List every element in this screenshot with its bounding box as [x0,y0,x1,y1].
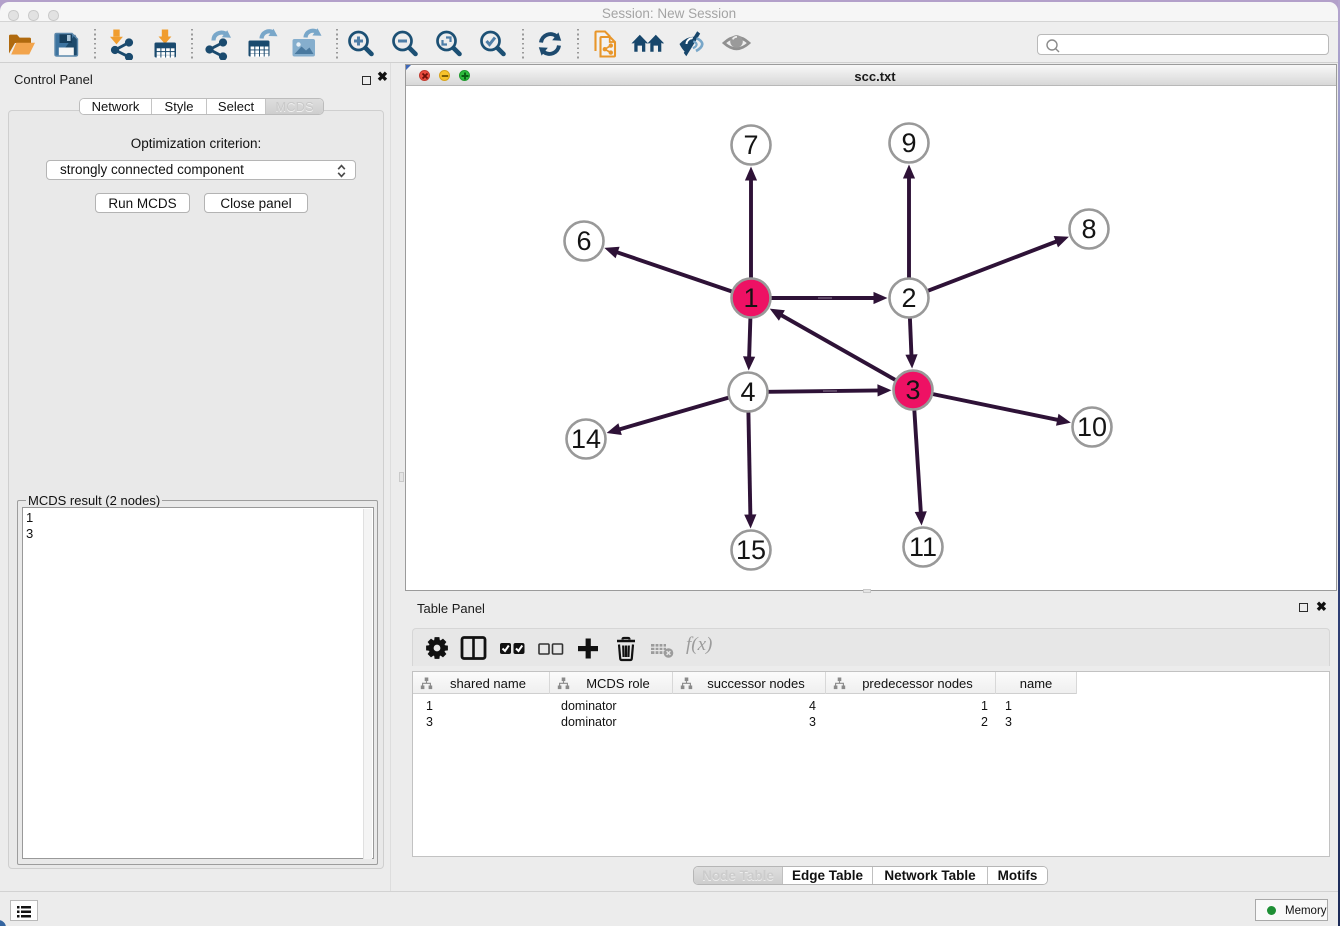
svg-text:14: 14 [571,424,601,454]
svg-text:1: 1 [743,283,758,313]
svg-text:9: 9 [901,128,916,158]
svg-text:7: 7 [743,130,758,160]
svg-text:11: 11 [909,532,937,562]
svg-text:2: 2 [901,283,916,313]
svg-text:10: 10 [1077,412,1107,442]
svg-text:6: 6 [576,226,591,256]
svg-text:15: 15 [736,535,766,565]
svg-text:4: 4 [740,377,755,407]
svg-text:3: 3 [905,375,920,405]
svg-text:8: 8 [1081,214,1096,244]
